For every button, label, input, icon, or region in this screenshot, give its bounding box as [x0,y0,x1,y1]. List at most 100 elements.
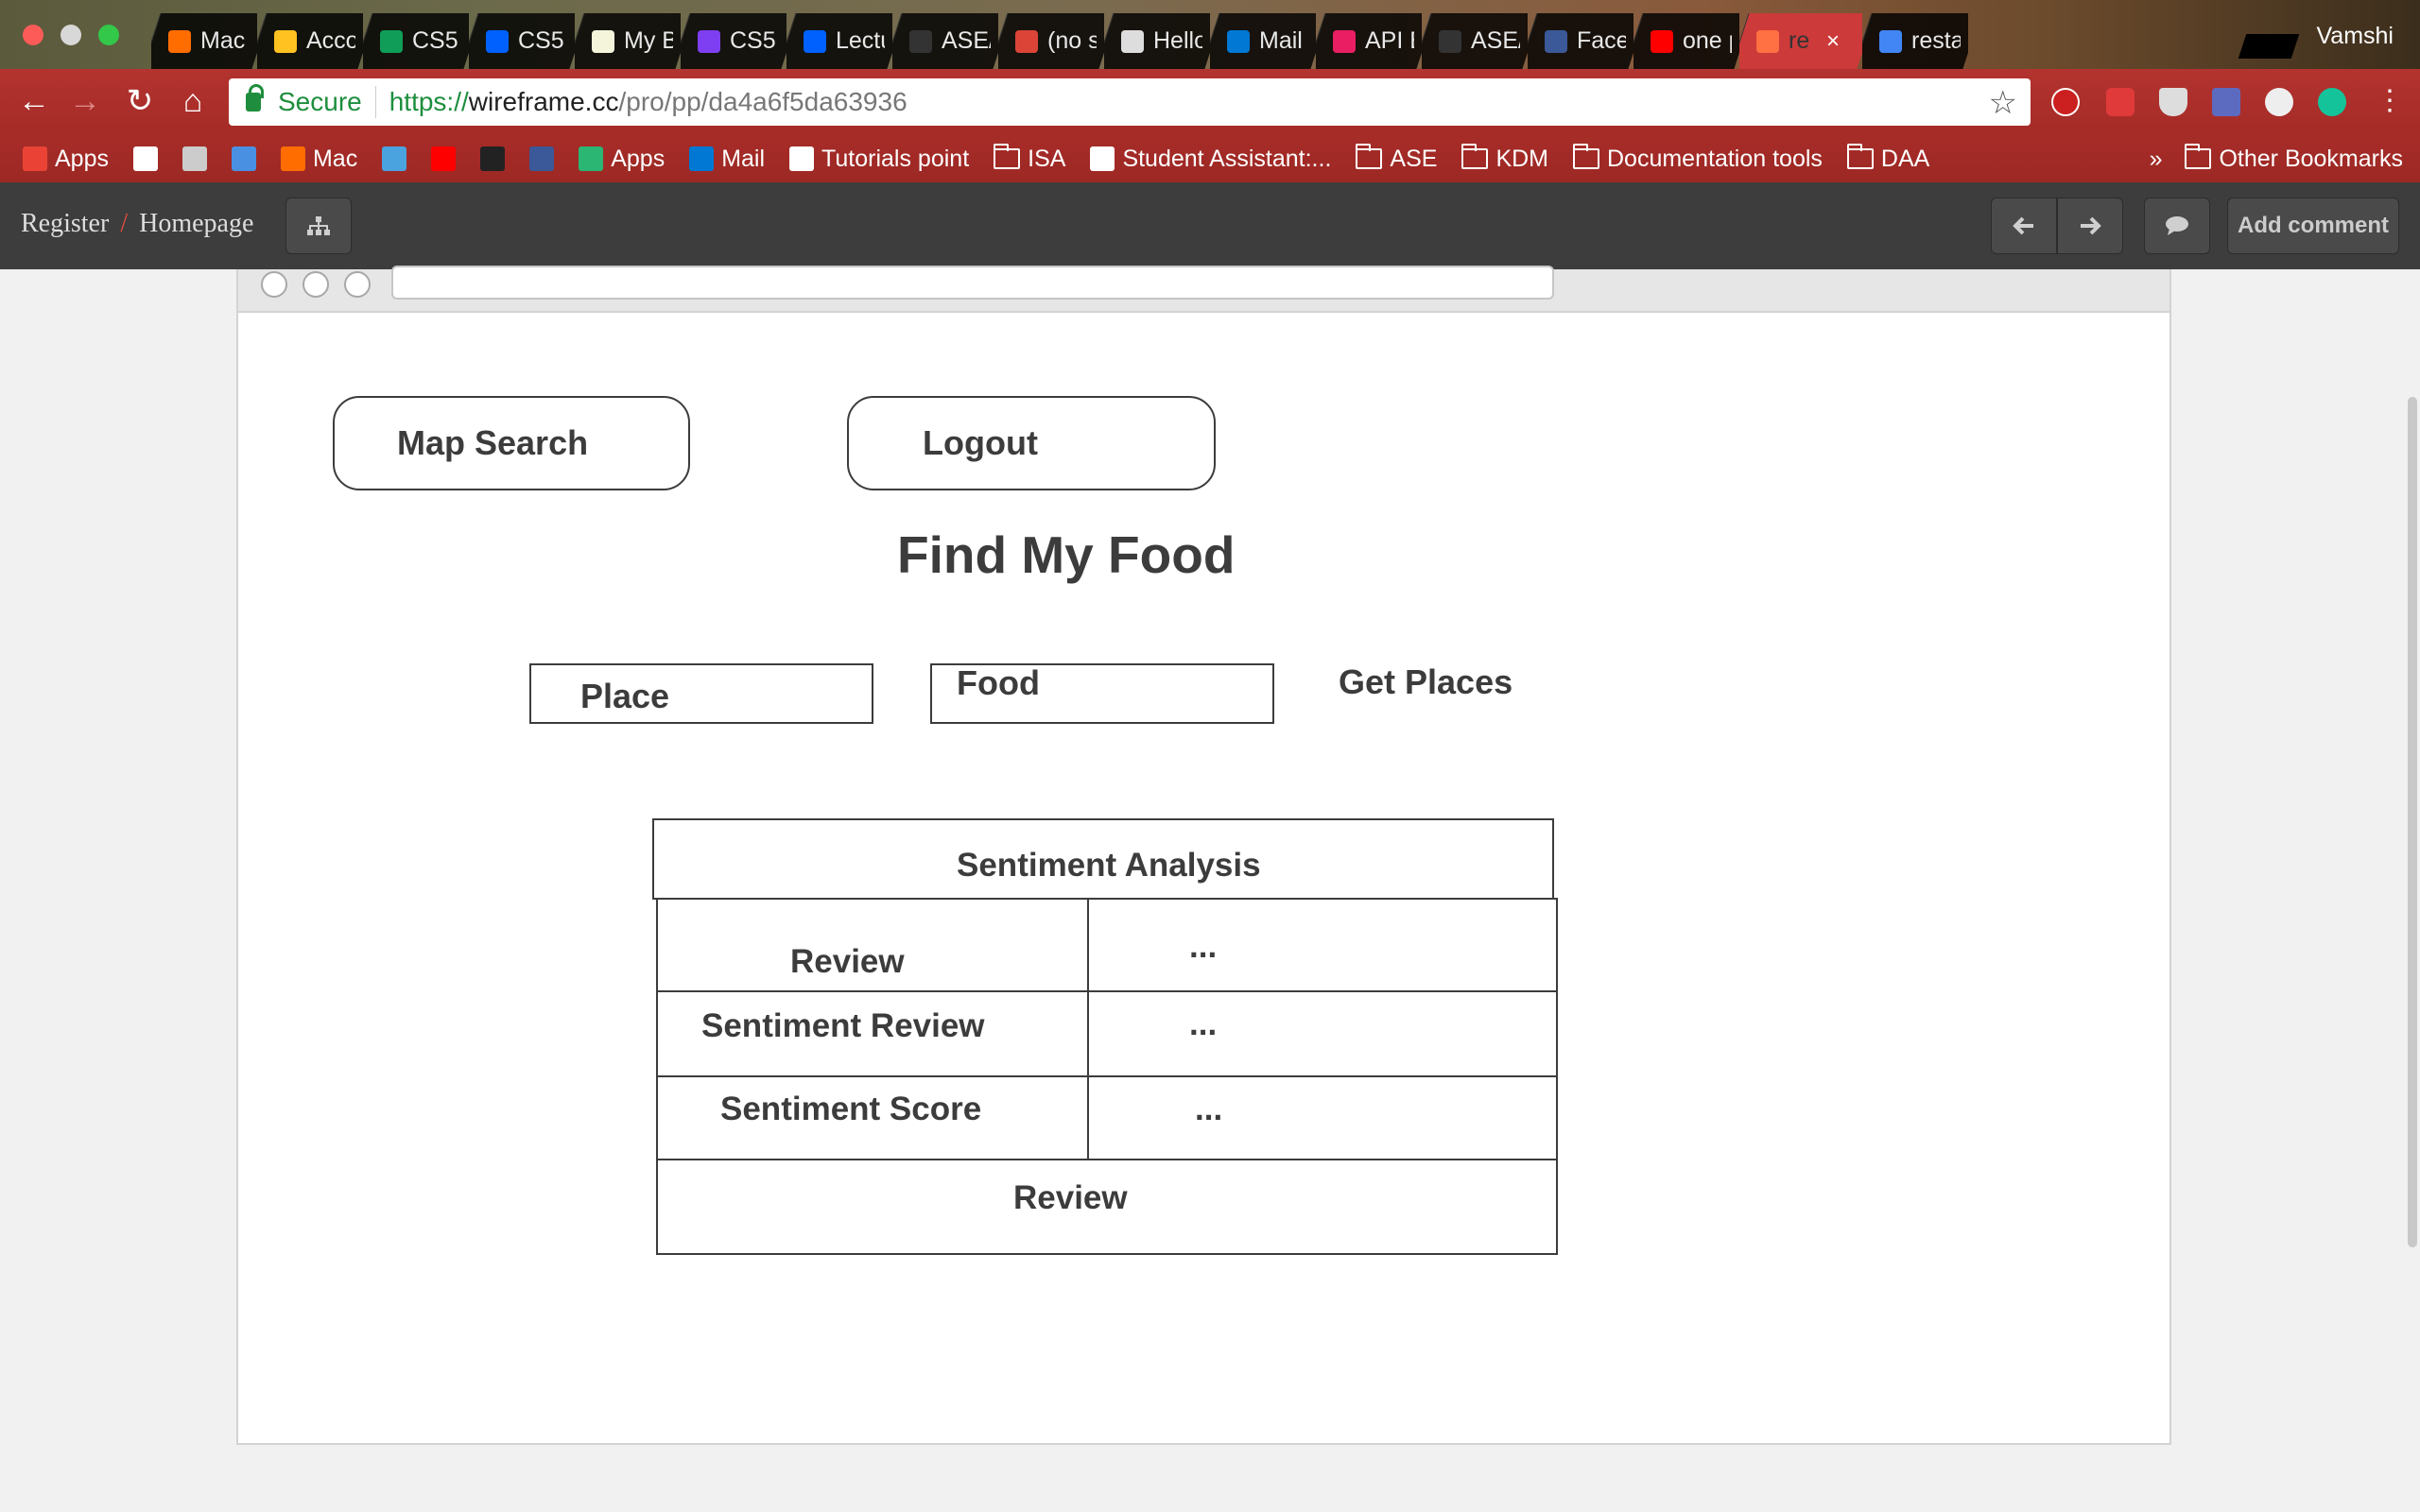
tab-title: Face [1577,27,1626,54]
tab-favicon-icon [380,29,403,53]
back-arrow-icon[interactable]: ← [15,82,53,120]
bookmarks-overflow-button[interactable]: » [2150,146,2163,173]
get-places-link[interactable]: Get Places [1339,662,1512,702]
blackboard-icon [480,146,506,171]
sitemap-icon [307,216,330,235]
bookmark-item[interactable] [480,146,506,171]
tab-title: Mail [1259,27,1303,54]
shield-icon[interactable] [2159,88,2187,116]
browser-tab[interactable]: one p [1634,13,1739,69]
browser-tab[interactable]: ASE/ [892,13,998,69]
close-window-button[interactable] [23,25,43,45]
mail-icon [689,146,715,171]
food-input[interactable]: Food [930,663,1274,724]
browser-tab[interactable]: Mail [1210,13,1316,69]
browser-tab[interactable]: ASE/ [1422,13,1528,69]
address-bar[interactable]: Secure https://wireframe.cc/pro/pp/da4a6… [229,78,2031,126]
bookmark-star-icon[interactable]: ☆ [1989,84,2017,122]
browser-tab[interactable]: Mac [151,13,257,69]
browser-tab[interactable]: Lectu [786,13,892,69]
browser-tab[interactable]: CS5 [681,13,786,69]
tab-favicon-icon [1545,29,1567,53]
next-page-button[interactable] [2057,198,2123,254]
other-bookmarks-label: Other Bookmarks [2219,145,2403,172]
browser-tab[interactable]: resta [1862,13,1968,69]
bookmark-item[interactable]: Apps [579,146,665,173]
bookmark-item[interactable]: DAA [1846,144,1929,173]
browser-tab[interactable]: CS5 [363,13,469,69]
sentiment-review-value: ... [1189,1005,1218,1042]
previous-page-button[interactable] [1991,198,2057,254]
comments-button[interactable] [2144,198,2210,254]
tab-favicon-icon [909,29,932,53]
extension-icon[interactable] [2265,88,2293,116]
breadcrumb-register[interactable]: Register [21,209,109,239]
wireframe-toolbar: Register / Homepage Add comment [0,182,2420,269]
sitemap-button[interactable] [285,198,352,254]
browser-tab[interactable]: re × [1739,13,1862,69]
bookmark-item[interactable]: Mac [280,146,357,173]
browser-tab[interactable]: Hello [1104,13,1210,69]
tab-favicon-icon [1015,29,1038,53]
grammarly-icon[interactable] [2318,88,2346,116]
browser-tab[interactable]: (no s [998,13,1104,69]
browser-tab[interactable]: My B [575,13,681,69]
breadcrumb-homepage[interactable]: Homepage [139,209,253,239]
browser-tab[interactable]: CS5 [469,13,575,69]
bookmark-item[interactable] [529,146,555,171]
abp-icon[interactable] [2106,88,2135,116]
folder-icon [1846,144,1874,169]
bookmark-item[interactable]: Mail [689,146,765,173]
bookmark-label: Documentation tools [1607,145,1823,172]
bookmark-item[interactable]: Tutorials point [789,146,969,173]
bookmark-item[interactable] [382,146,407,171]
new-tab-button[interactable] [2238,34,2300,59]
tab-list: Mac Acco CS5 CS5 My B CS5 Lectu ASE/ (no s Hello M… [151,13,1968,69]
tab-title: CS5 [730,27,776,54]
bookmark-item[interactable]: Apps [23,146,109,173]
zotero-icon[interactable] [2212,88,2240,116]
reload-icon[interactable]: ↻ [121,82,159,120]
tab-title: API E [1365,27,1414,54]
bookmark-item[interactable]: KDM [1461,144,1548,173]
forward-arrow-icon[interactable]: → [66,82,104,120]
other-bookmarks[interactable]: Other Bookmarks [2185,144,2403,173]
bookmark-icon [231,146,256,171]
bookmark-item[interactable]: ASE [1356,144,1437,173]
adblock-icon[interactable] [2051,88,2080,116]
bookmark-item[interactable] [231,146,256,171]
logout-button[interactable]: Logout [847,396,1216,490]
fullscreen-window-button[interactable] [98,25,119,45]
tutorials-icon [789,146,815,171]
minimize-window-button[interactable] [60,25,81,45]
bookmark-item[interactable] [182,146,207,171]
bookmark-item[interactable]: Documentation tools [1573,144,1823,173]
add-comment-button[interactable]: Add comment [2227,198,2399,254]
profile-name[interactable]: Vamshi [2316,23,2394,50]
browser-tab[interactable]: API E [1316,13,1422,69]
breadcrumb-separator: / [120,209,129,238]
close-tab-icon[interactable]: × [1826,28,1840,55]
secure-label: Secure [278,87,362,116]
scrollbar-thumb[interactable] [2408,397,2417,1247]
bookmark-item[interactable] [431,146,457,171]
page-title: Find My Food [897,525,1236,584]
map-search-button[interactable]: Map Search [333,396,690,490]
speech-bubble-icon [2166,216,2188,235]
drive-icon [182,146,207,171]
bookmark-item[interactable] [132,146,158,171]
tab-favicon-icon [1651,29,1673,53]
bookmark-item[interactable]: ISA [994,144,1066,173]
bookmark-label: Student Assistant:... [1122,145,1332,172]
browser-tab[interactable]: Face [1528,13,1634,69]
page-scrollbar[interactable] [2405,269,2420,1512]
tab-favicon-icon [592,29,614,53]
google-icon [132,146,158,171]
bookmark-label: ISA [1028,145,1066,172]
tab-title: Lectu [836,27,885,54]
browser-tab[interactable]: Acco [257,13,363,69]
bookmark-item[interactable]: Student Assistant:... [1090,146,1331,173]
menu-icon[interactable]: ⋮ [2371,82,2409,120]
home-icon[interactable]: ⌂ [174,82,212,120]
place-input[interactable]: Place [529,663,873,724]
